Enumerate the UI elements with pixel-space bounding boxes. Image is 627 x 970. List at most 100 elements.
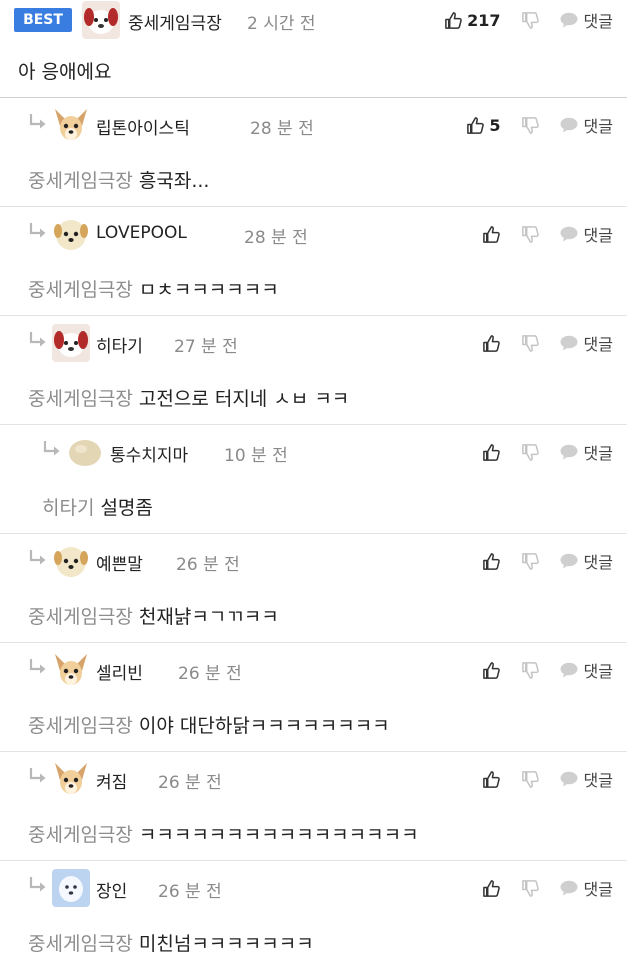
mention-username[interactable]: 중세게임극장 — [28, 715, 133, 737]
avatar[interactable] — [52, 324, 90, 362]
reply-indent-arrow — [27, 656, 49, 678]
reply-comment: 립톤아이스틱 28 분 전 5 댓글 중세게임극장 흥국좌... — [0, 98, 627, 207]
reply-label: 댓글 — [583, 335, 613, 354]
reply-label: 댓글 — [583, 226, 613, 245]
author-name[interactable]: 장인 — [96, 877, 127, 902]
best-badge: BEST — [14, 8, 72, 32]
mention-username[interactable]: 중세게임극장 — [28, 606, 133, 628]
reply-indent-arrow — [41, 438, 63, 460]
timestamp: 28 분 전 — [250, 119, 314, 139]
reply-button[interactable]: 댓글 — [560, 440, 613, 464]
comment-header: 장인 26 분 전 댓글 — [0, 861, 627, 907]
reply-button[interactable]: 댓글 — [560, 876, 613, 900]
mention-username[interactable]: 중세게임극장 — [28, 388, 133, 410]
mention-username[interactable]: 중세게임극장 — [28, 279, 133, 301]
like-button[interactable] — [482, 879, 501, 898]
author-name[interactable]: 셀리빈 — [96, 659, 143, 684]
reply-indent-arrow — [27, 765, 49, 787]
timestamp: 10 분 전 — [224, 446, 288, 466]
like-button[interactable] — [482, 770, 501, 789]
speech-bubble-icon — [560, 880, 578, 896]
thumbs-down-icon — [521, 552, 539, 570]
comment-actions: 댓글 — [482, 868, 613, 908]
thumbs-down-icon — [521, 443, 539, 461]
comment-body: 중세게임극장 미친넘ㅋㅋㅋㅋㅋㅋㅋ — [28, 929, 314, 956]
thumbs-up-icon — [445, 11, 462, 29]
thumbs-up-icon — [482, 334, 500, 352]
dislike-button[interactable] — [521, 225, 540, 244]
dislike-button[interactable] — [521, 770, 540, 789]
avatar[interactable] — [82, 1, 120, 39]
reply-button[interactable]: 댓글 — [560, 331, 613, 355]
reply-comment: 셀리빈 26 분 전 댓글 중세게임극장 이야 대단하닭ㅋㅋㅋㅋㅋㅋㅋㅋ — [0, 643, 627, 752]
timestamp: 26 분 전 — [158, 773, 222, 793]
like-button[interactable]: 217 — [444, 11, 501, 30]
reply-arrow-icon — [29, 768, 46, 783]
timestamp: 28 분 전 — [244, 228, 308, 248]
reply-comment: 통수치지마 10 분 전 댓글 히타기 설명좀 — [0, 425, 627, 534]
dislike-button[interactable] — [521, 661, 540, 680]
reply-button[interactable]: 댓글 — [560, 8, 613, 32]
reply-arrow-icon — [43, 441, 60, 456]
thumbs-down-icon — [521, 770, 539, 788]
dislike-button[interactable] — [521, 443, 540, 462]
comment-body: 히타기 설명좀 — [42, 493, 153, 520]
speech-bubble-icon — [560, 662, 578, 678]
author-name[interactable]: 중세게임극장 — [128, 9, 222, 34]
like-button[interactable]: 5 — [466, 116, 501, 135]
author-name[interactable]: 히타기 — [96, 332, 143, 357]
speech-bubble-icon — [560, 226, 578, 242]
comment-actions: 댓글 — [482, 214, 613, 254]
dislike-button[interactable] — [521, 552, 540, 571]
like-button[interactable] — [482, 334, 501, 353]
author-name[interactable]: LOVEPOOL — [96, 223, 187, 243]
reply-indent-arrow — [27, 220, 49, 242]
reply-button[interactable]: 댓글 — [560, 658, 613, 682]
avatar[interactable] — [52, 106, 90, 144]
reply-button[interactable]: 댓글 — [560, 549, 613, 573]
comment-header: 예쁜말 26 분 전 댓글 — [0, 534, 627, 580]
comment-header: 셀리빈 26 분 전 댓글 — [0, 643, 627, 689]
avatar[interactable] — [52, 542, 90, 580]
mention-username[interactable]: 히타기 — [42, 497, 94, 519]
reply-label: 댓글 — [583, 553, 613, 572]
comment-actions: 5 댓글 — [466, 105, 613, 145]
mention-username[interactable]: 중세게임극장 — [28, 170, 133, 192]
reply-arrow-icon — [29, 114, 46, 129]
mention-username[interactable]: 중세게임극장 — [28, 824, 133, 846]
like-button[interactable] — [482, 225, 501, 244]
reply-arrow-icon — [29, 223, 46, 238]
comment-text: ㅋㅋㅋㅋㅋㅋㅋㅋㅋㅋㅋㅋㅋㅋㅋㅋ — [138, 824, 419, 846]
comment-body: 중세게임극장 천재냙ㅋㄱㄲㅋㅋ — [28, 602, 279, 629]
like-button[interactable] — [482, 661, 501, 680]
avatar[interactable] — [52, 651, 90, 689]
thumbs-down-icon — [521, 334, 539, 352]
like-button[interactable] — [482, 552, 501, 571]
avatar[interactable] — [52, 869, 90, 907]
reply-button[interactable]: 댓글 — [560, 222, 613, 246]
dislike-button[interactable] — [521, 879, 540, 898]
dislike-button[interactable] — [521, 116, 540, 135]
thumbs-down-icon — [521, 11, 539, 29]
comment-body: 중세게임극장 이야 대단하닭ㅋㅋㅋㅋㅋㅋㅋㅋ — [28, 711, 390, 738]
reply-button[interactable]: 댓글 — [560, 113, 613, 137]
avatar[interactable] — [66, 433, 104, 471]
like-button[interactable] — [482, 443, 501, 462]
speech-bubble-icon — [560, 444, 578, 460]
thumbs-up-icon — [482, 661, 500, 679]
comment-text: 흥국좌... — [138, 170, 210, 192]
author-name[interactable]: 켜짐 — [96, 768, 127, 793]
mention-username[interactable]: 중세게임극장 — [28, 933, 133, 955]
reply-indent-arrow — [27, 874, 49, 896]
dislike-button[interactable] — [521, 11, 540, 30]
reply-list: 립톤아이스틱 28 분 전 5 댓글 중세게임극장 흥국좌... LOVEPOOL… — [0, 98, 627, 970]
author-name[interactable]: 통수치지마 — [110, 441, 188, 466]
reply-button[interactable]: 댓글 — [560, 767, 613, 791]
author-name[interactable]: 립톤아이스틱 — [96, 114, 190, 139]
dislike-button[interactable] — [521, 334, 540, 353]
author-name[interactable]: 예쁜말 — [96, 550, 143, 575]
reply-comment: 장인 26 분 전 댓글 중세게임극장 미친넘ㅋㅋㅋㅋㅋㅋㅋ — [0, 861, 627, 970]
reply-label: 댓글 — [583, 12, 613, 31]
avatar[interactable] — [52, 760, 90, 798]
avatar[interactable] — [52, 215, 90, 253]
